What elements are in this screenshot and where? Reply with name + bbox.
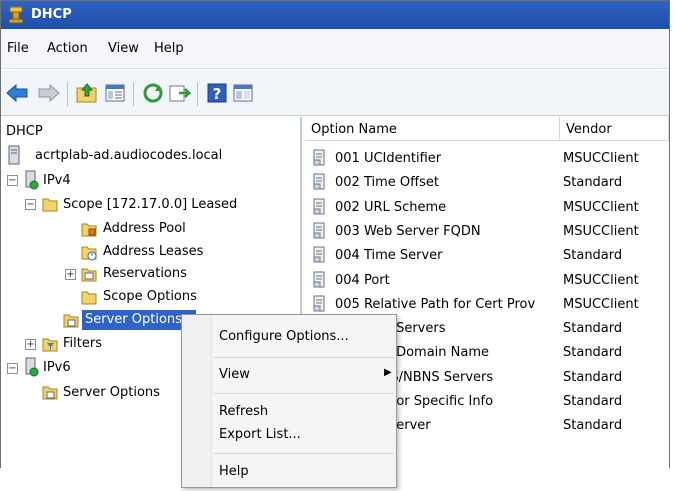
option-vendor: MSUCClient	[563, 296, 639, 312]
tree-address-leases[interactable]: Address Leases	[103, 244, 203, 259]
option-icon	[313, 173, 325, 190]
tree-address-pool[interactable]: Address Pool	[103, 221, 186, 236]
ipv4-icon	[25, 170, 39, 190]
toolbar-separator	[197, 82, 198, 106]
refresh-icon[interactable]	[141, 81, 165, 105]
svg-text:?: ?	[213, 85, 222, 103]
address-leases-icon	[81, 246, 97, 261]
option-icon	[313, 295, 325, 312]
tree-scope-options[interactable]: Scope Options	[103, 289, 197, 304]
ipv6-server-options-icon	[42, 386, 58, 400]
context-menu-separator	[214, 357, 394, 358]
option-name[interactable]: 002 URL Scheme	[335, 200, 446, 215]
option-vendor: MSUCClient	[563, 151, 639, 166]
help-icon[interactable]: ?	[205, 81, 229, 105]
expand-ipv4-toggle[interactable]: −	[7, 175, 18, 186]
tree-reservations[interactable]: Reservations	[103, 266, 187, 281]
option-vendor: Standard	[563, 321, 623, 337]
option-vendor: MSUCClient	[563, 199, 639, 215]
option-vendor: Standard	[563, 369, 623, 385]
option-vendor: Standard	[563, 175, 623, 191]
export-list-icon[interactable]	[167, 81, 191, 105]
scope-options-icon	[81, 291, 97, 305]
option-vendor: Standard	[563, 248, 623, 264]
menu-help-item[interactable]: Help	[219, 464, 249, 479]
option-icon	[313, 271, 325, 287]
column-vendor[interactable]: Vendor	[560, 117, 669, 141]
toolbar: ?	[1, 70, 669, 116]
expand-filters-toggle[interactable]: +	[25, 339, 36, 350]
up-folder-icon[interactable]	[75, 81, 99, 105]
option-vendor: Standard	[563, 418, 623, 434]
toolbar-separator	[133, 82, 134, 106]
dhcp-app-icon	[8, 6, 24, 24]
expand-reservations-toggle[interactable]: +	[65, 269, 76, 280]
option-name[interactable]: 001 UCIdentifier	[335, 151, 441, 166]
server-icon	[8, 145, 20, 165]
menu-view-submenu[interactable]: View	[219, 367, 250, 382]
scope-folder-icon	[42, 198, 58, 212]
submenu-arrow-icon: ▶	[384, 367, 392, 378]
window-title: DHCP	[31, 7, 72, 22]
option-vendor: Standard	[563, 394, 623, 409]
column-vendor-label: Vendor	[566, 122, 612, 137]
menu-action[interactable]: Action	[47, 41, 88, 56]
column-option-name-label: Option Name	[311, 122, 397, 137]
tree-filters[interactable]: Filters	[63, 336, 102, 351]
column-option-name[interactable]: Option Name	[305, 117, 560, 141]
option-name[interactable]: 004 Time Server	[335, 248, 443, 263]
option-name[interactable]: 004 Port	[335, 273, 390, 288]
menu-export-list[interactable]: Export List...	[219, 427, 301, 442]
option-icon	[313, 222, 325, 239]
menu-refresh[interactable]: Refresh	[219, 404, 268, 419]
context-menu-separator	[214, 453, 394, 454]
option-vendor: Standard	[563, 345, 623, 361]
option-name[interactable]: 005 Relative Path for Cert Prov	[335, 297, 535, 312]
menu-bar: File Action View Help	[1, 29, 669, 69]
server-options-icon	[63, 314, 79, 328]
option-vendor: MSUCClient	[563, 223, 639, 239]
tree-scope[interactable]: Scope [172.17.0.0] Leased	[63, 197, 237, 212]
menu-help[interactable]: Help	[154, 41, 184, 56]
filters-icon	[42, 338, 58, 352]
toolbar-separator	[67, 82, 68, 106]
context-menu-gutter	[182, 315, 212, 487]
tree-server-options: Server Options	[85, 312, 182, 327]
option-vendor: MSUCClient	[563, 272, 639, 288]
tree-server-options-selected[interactable]: Server Options	[82, 310, 196, 330]
tree-ipv6[interactable]: IPv6	[43, 360, 71, 375]
show-hide-tree-icon[interactable]	[103, 81, 127, 105]
option-icon	[313, 149, 325, 166]
expand-scope-toggle[interactable]: −	[25, 199, 36, 210]
option-icon	[313, 246, 325, 263]
properties-icon[interactable]	[231, 81, 255, 105]
back-icon[interactable]	[5, 81, 29, 105]
tree-root[interactable]: DHCP	[6, 124, 43, 139]
menu-view[interactable]: View	[108, 41, 139, 56]
tree-ipv4[interactable]: IPv4	[43, 173, 71, 188]
ipv6-icon	[25, 357, 39, 377]
tree-server[interactable]: acrtplab-ad.audiocodes.local	[35, 148, 222, 163]
option-name[interactable]: 003 Web Server FQDN	[335, 224, 481, 239]
option-icon	[313, 198, 325, 215]
dhcp-window: DHCP File Action View Help ? DHCP acrtpl…	[0, 0, 670, 488]
context-menu: Configure Options... View ▶ Refresh Expo…	[181, 314, 397, 488]
reservations-icon	[81, 268, 97, 282]
address-pool-icon	[81, 223, 97, 237]
expand-ipv6-toggle[interactable]: −	[7, 363, 18, 374]
context-menu-separator	[214, 393, 394, 394]
tree-ipv6-server-options[interactable]: Server Options	[63, 385, 160, 400]
option-name[interactable]: 002 Time Offset	[335, 175, 439, 190]
menu-file[interactable]: File	[7, 41, 29, 56]
title-bar[interactable]: DHCP	[1, 1, 669, 29]
forward-icon[interactable]	[37, 81, 61, 105]
menu-configure-options[interactable]: Configure Options...	[219, 329, 349, 344]
